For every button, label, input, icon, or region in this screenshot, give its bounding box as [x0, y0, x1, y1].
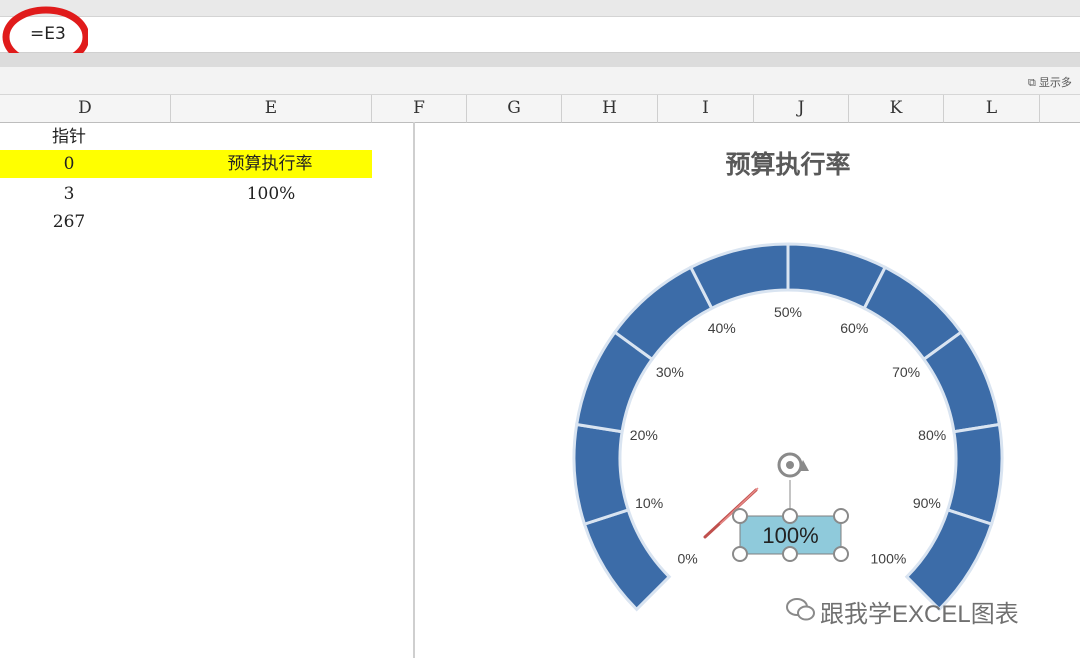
resize-handle[interactable]: [833, 546, 849, 562]
column-header-d[interactable]: D: [0, 95, 171, 123]
column-header-e[interactable]: E: [171, 95, 372, 123]
value-textbox[interactable]: 100%: [732, 508, 849, 562]
resize-handle[interactable]: [732, 508, 748, 524]
show-toggle[interactable]: ⧉ 显示多: [1028, 74, 1072, 90]
cell-d4[interactable]: 267: [0, 208, 138, 236]
gauge-tick-label: 100%: [871, 550, 907, 566]
gauge-tick-label: 90%: [913, 495, 941, 511]
gauge-chart[interactable]: 0% 10% 20% 30% 40% 50% 60% 70% 80% 90% 100% 100%: [560, 228, 1020, 618]
gauge-tick-label: 10%: [635, 495, 663, 511]
column-header-g[interactable]: G: [467, 95, 562, 123]
gauge-tick-label: 70%: [892, 364, 920, 380]
gauge-tick-label: 80%: [918, 427, 946, 443]
gauge-segment[interactable]: [582, 508, 672, 612]
cell-d3[interactable]: 3: [0, 180, 138, 208]
gauge-tick-label: 0%: [677, 550, 697, 566]
column-header-h[interactable]: H: [562, 95, 658, 123]
gauge-tick-label: 20%: [630, 427, 658, 443]
cell-e3[interactable]: 100%: [171, 180, 371, 208]
column-header-i[interactable]: I: [658, 95, 754, 123]
cell-d1[interactable]: 指针: [0, 124, 138, 150]
column-header-l[interactable]: L: [944, 95, 1040, 123]
resize-handle[interactable]: [732, 546, 748, 562]
resize-handle[interactable]: [782, 508, 798, 524]
value-label: 100%: [762, 523, 818, 548]
column-header-k[interactable]: K: [849, 95, 944, 123]
column-header-f[interactable]: F: [372, 95, 467, 123]
wechat-icon: [786, 598, 815, 621]
gauge-tick-label: 50%: [774, 304, 802, 320]
gauge-segment[interactable]: [688, 242, 790, 311]
gauge-tick-label: 60%: [840, 320, 868, 336]
column-header-m[interactable]: [1040, 95, 1080, 123]
gauge-tick-label: 30%: [656, 364, 684, 380]
rotate-handle-icon[interactable]: [777, 452, 809, 478]
gauge-segment[interactable]: [945, 422, 1004, 527]
gauge-tick-label: 40%: [708, 320, 736, 336]
formula-bar[interactable]: =E3: [0, 17, 1080, 53]
column-header-j[interactable]: J: [754, 95, 849, 123]
resize-handle[interactable]: [782, 546, 798, 562]
gauge-segment[interactable]: [572, 422, 631, 527]
sheet-toolbar: [0, 67, 1080, 95]
watermark-text: 跟我学EXCEL图表: [820, 601, 1019, 628]
chart-title[interactable]: 预算执行率: [688, 145, 888, 181]
ribbon-divider: [0, 53, 1080, 67]
window-icon: ⧉: [1028, 77, 1036, 89]
cell-d2[interactable]: 0: [0, 150, 138, 178]
cell-e2[interactable]: 预算执行率: [138, 150, 372, 178]
chart-left-border: [413, 122, 415, 658]
window-top-strip: [0, 0, 1080, 17]
resize-handle[interactable]: [833, 508, 849, 524]
